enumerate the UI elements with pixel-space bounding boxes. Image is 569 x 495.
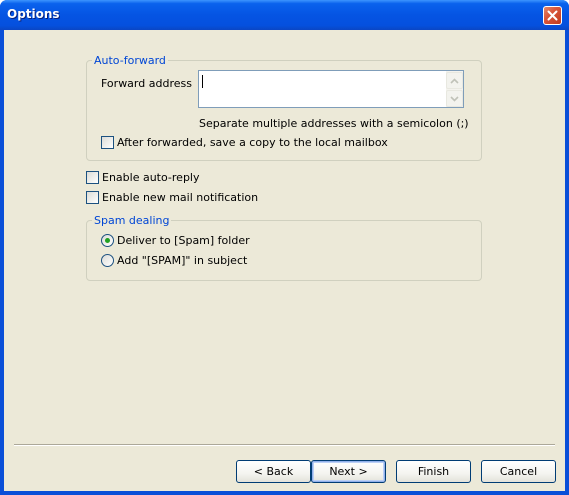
cancel-button[interactable]: Cancel — [481, 460, 556, 483]
save-copy-checkbox[interactable] — [101, 136, 114, 149]
auto-reply-label[interactable]: Enable auto-reply — [102, 171, 200, 184]
vertical-scrollbar[interactable] — [446, 71, 463, 107]
notification-checkbox[interactable] — [86, 191, 99, 204]
dialog-body: Auto-forward Forward address Separate mu… — [4, 30, 565, 491]
auto-forward-legend: Auto-forward — [92, 54, 168, 67]
scroll-up-button[interactable] — [446, 72, 463, 89]
options-dialog: Options Auto-forward Forward address Sep… — [0, 0, 569, 495]
deliver-spam-radio[interactable] — [101, 234, 114, 247]
spam-dealing-group — [86, 220, 482, 281]
deliver-spam-label[interactable]: Deliver to [Spam] folder — [117, 234, 250, 247]
button-separator — [14, 444, 555, 446]
forward-address-label: Forward address — [101, 77, 192, 90]
save-copy-label[interactable]: After forwarded, save a copy to the loca… — [117, 136, 388, 149]
window-title: Options — [7, 7, 60, 21]
title-bar[interactable]: Options — [0, 0, 569, 30]
close-button[interactable] — [543, 6, 562, 25]
finish-button[interactable]: Finish — [396, 460, 471, 483]
scroll-down-button[interactable] — [446, 90, 463, 107]
spam-dealing-legend: Spam dealing — [92, 214, 172, 227]
back-button[interactable]: < Back — [236, 460, 311, 483]
forward-address-input[interactable] — [198, 70, 464, 108]
scroll-down-icon — [450, 95, 459, 102]
next-button[interactable]: Next > — [311, 460, 386, 483]
scroll-up-icon — [450, 77, 459, 84]
notification-label[interactable]: Enable new mail notification — [102, 191, 258, 204]
forward-address-hint: Separate multiple addresses with a semic… — [199, 117, 469, 130]
add-spam-subject-radio[interactable] — [101, 254, 114, 267]
close-icon — [547, 10, 558, 21]
text-caret — [202, 75, 203, 88]
auto-reply-checkbox[interactable] — [86, 171, 99, 184]
add-spam-subject-label[interactable]: Add "[SPAM]" in subject — [117, 254, 247, 267]
radio-selected-dot — [105, 238, 110, 243]
